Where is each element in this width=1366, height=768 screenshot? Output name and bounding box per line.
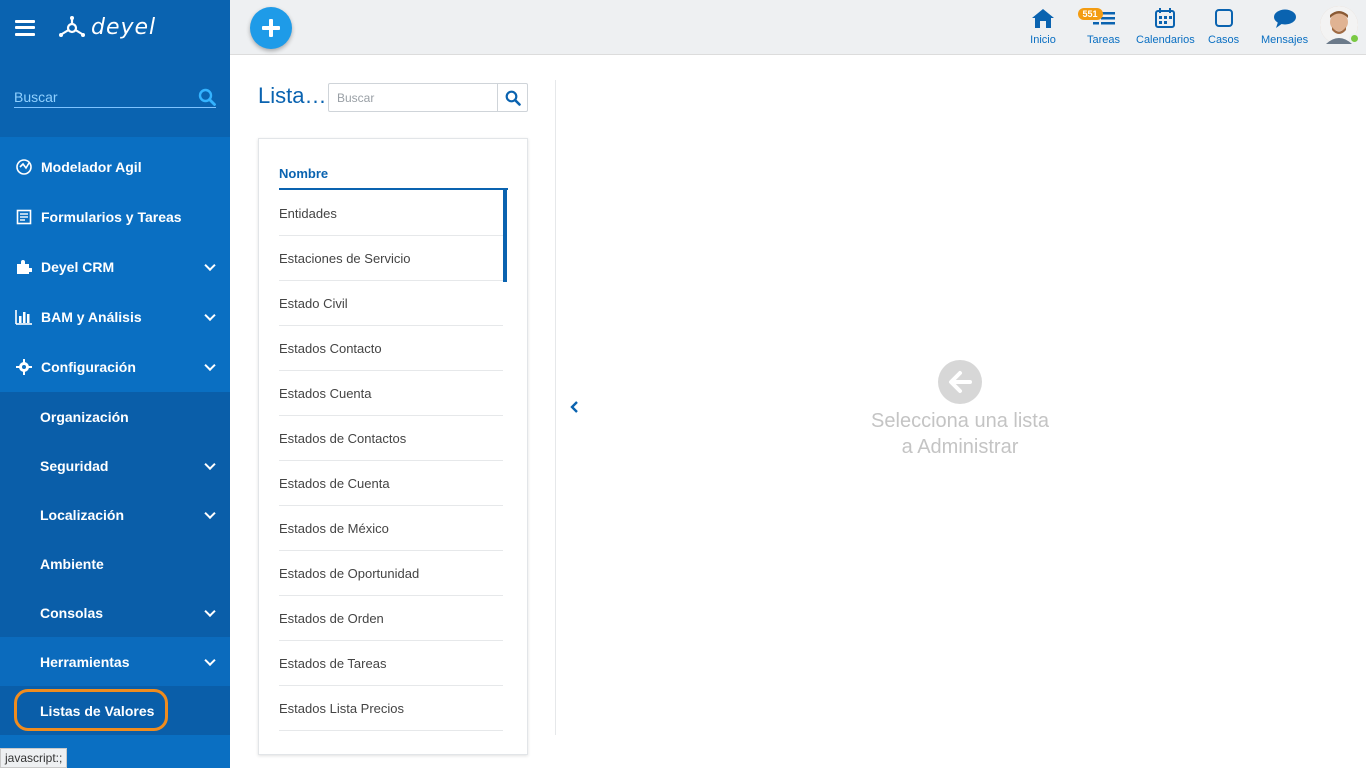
empty-state: Selecciona una lista a Administrar (830, 360, 1090, 460)
list-item[interactable]: Estados de Cuenta (279, 461, 503, 506)
sidebar-subitem-consolas[interactable]: Consolas (0, 588, 230, 637)
sidebar-item-bam-analisis[interactable]: BAM y Análisis (0, 292, 230, 342)
chevron-down-icon (204, 654, 216, 666)
plus-icon (262, 19, 280, 37)
sidebar-subitem-herramientas[interactable]: Herramientas (0, 637, 230, 686)
cases-icon (1213, 6, 1235, 30)
logo-text: deyel (91, 15, 157, 40)
topbar-inicio[interactable]: Inicio (1030, 6, 1056, 46)
sidebar-subitem-label: Seguridad (40, 457, 109, 474)
sidebar-item-formularios-tareas[interactable]: Formularios y Tareas (0, 192, 230, 242)
empty-state-line-1: Selecciona una lista (871, 410, 1049, 432)
gear-icon (15, 358, 33, 376)
sidebar: deyel Modelador Agil Formularios y Tarea… (0, 0, 230, 768)
panel-divider (555, 80, 556, 735)
list-item[interactable]: Estados de Orden (279, 596, 503, 641)
sidebar-subitem-label: Organización (40, 408, 129, 425)
messages-icon (1272, 6, 1298, 30)
sidebar-item-label: Deyel CRM (41, 259, 115, 275)
topbar-label: Casos (1208, 34, 1240, 46)
sidebar-subitem-seguridad[interactable]: Seguridad (0, 441, 230, 490)
sidebar-item-label: Formularios y Tareas (41, 209, 182, 225)
list-item[interactable]: Estados de Tareas (279, 641, 503, 686)
online-status-indicator (1349, 33, 1360, 44)
sidebar-item-label: Configuración (41, 359, 136, 375)
topbar-casos[interactable]: Casos (1208, 6, 1239, 46)
topbar-label: Calendarios (1136, 34, 1195, 46)
topbar-tareas[interactable]: 551 Tareas (1077, 6, 1121, 46)
form-icon (15, 208, 33, 226)
topbar-calendarios[interactable]: Calendarios (1136, 6, 1195, 46)
sidebar-subitem-label: Localización (40, 506, 125, 523)
sidebar-item-label: BAM y Análisis (41, 309, 142, 325)
sidebar-header: deyel (0, 0, 230, 55)
hamburger-menu-icon[interactable] (15, 19, 35, 36)
sidebar-subitem-ambiente[interactable]: Ambiente (0, 539, 230, 588)
list-scrollbar[interactable] (503, 190, 507, 282)
list-item[interactable]: Estados Cuenta (279, 371, 503, 416)
chevron-down-icon (204, 605, 216, 617)
sidebar-subitem-label: Herramientas (40, 653, 130, 670)
top-bar: Inicio 551 Tareas Calendarios Casos Mens… (230, 0, 1366, 55)
sidebar-item-modelador-agil[interactable]: Modelador Agil (0, 142, 230, 192)
chevron-down-icon (204, 507, 216, 519)
list-item[interactable]: Estados Lista Precios (279, 686, 503, 731)
topbar-mensajes[interactable]: Mensajes (1261, 6, 1308, 46)
chevron-down-icon (204, 458, 216, 470)
deyel-logo[interactable]: deyel (57, 15, 156, 40)
add-button[interactable] (250, 7, 292, 49)
list-search-button[interactable] (497, 84, 527, 111)
page-title: Lista… (258, 83, 327, 108)
search-icon (505, 90, 521, 106)
value-list-rows: Entidades Estaciones de Servicio Estado … (279, 191, 503, 731)
column-header-nombre[interactable]: Nombre (279, 166, 508, 190)
puzzle-icon (15, 258, 33, 276)
sidebar-item-configuracion[interactable]: Configuración (0, 342, 230, 392)
list-search (328, 83, 528, 112)
status-bar-tooltip: javascript:; (0, 748, 68, 768)
arrow-left-circle-icon (938, 360, 982, 404)
sidebar-subitem-label: Listas de Valores (40, 702, 155, 719)
sidebar-item-deyel-crm[interactable]: Deyel CRM (0, 242, 230, 292)
sidebar-item-label: Modelador Agil (41, 159, 142, 175)
chevron-left-icon (570, 401, 578, 413)
topbar-label: Tareas (1087, 34, 1121, 46)
list-item[interactable]: Estados de Oportunidad (279, 551, 503, 596)
list-item[interactable]: Estaciones de Servicio (279, 236, 503, 281)
list-item[interactable]: Estados de México (279, 506, 503, 551)
list-item[interactable]: Estados de Contactos (279, 416, 503, 461)
sidebar-subitem-organizacion[interactable]: Organización (0, 392, 230, 441)
empty-state-line-2: a Administrar (901, 436, 1019, 458)
agile-modeler-icon (15, 158, 33, 176)
tasks-badge: 551 (1077, 8, 1103, 20)
bar-chart-icon (15, 308, 33, 326)
sidebar-subitem-label: Consolas (40, 604, 104, 621)
chevron-down-icon (204, 359, 216, 372)
list-item[interactable]: Estados Contacto (279, 326, 503, 371)
topbar-label: Inicio (1030, 34, 1056, 46)
list-search-input[interactable] (329, 84, 497, 111)
user-avatar[interactable] (1320, 6, 1360, 44)
collapse-panel-button[interactable] (568, 400, 580, 414)
sidebar-subitem-label: Ambiente (40, 555, 104, 572)
tasks-icon: 551 (1077, 6, 1117, 30)
search-icon[interactable] (198, 88, 216, 106)
sidebar-submenu: Organización Seguridad Localización Ambi… (0, 392, 230, 735)
sidebar-menu: Modelador Agil Formularios y Tareas Deye… (0, 137, 230, 735)
sidebar-search-input[interactable] (14, 88, 198, 105)
topbar-label: Mensajes (1261, 34, 1309, 46)
sidebar-subitem-localizacion[interactable]: Localización (0, 490, 230, 539)
chevron-down-icon (204, 309, 216, 322)
sidebar-subitem-listas-de-valores[interactable]: Listas de Valores (0, 686, 230, 735)
value-list-card: Nombre Entidades Estaciones de Servicio … (258, 138, 528, 755)
list-item[interactable]: Estado Civil (279, 281, 503, 326)
calendar-icon (1154, 6, 1176, 30)
chevron-down-icon (204, 259, 216, 272)
sidebar-search (0, 55, 230, 137)
list-item[interactable]: Entidades (279, 191, 503, 236)
deyel-logo-icon (59, 15, 85, 37)
home-icon (1030, 6, 1056, 30)
